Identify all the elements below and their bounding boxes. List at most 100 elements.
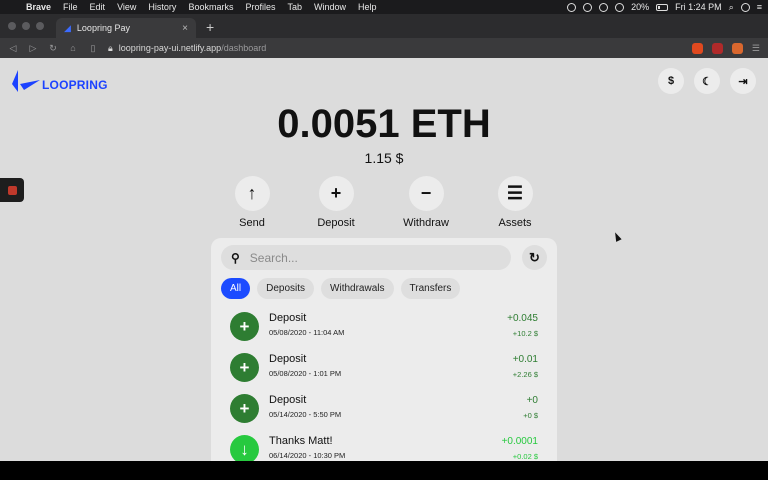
stop-icon — [7, 185, 17, 195]
logo-wordmark: LOOPRING — [42, 78, 108, 92]
menu-tab[interactable]: Tab — [287, 2, 302, 12]
menu-app-name[interactable]: Brave — [26, 2, 51, 12]
menu-edit[interactable]: Edit — [90, 2, 106, 12]
send-label: Send — [239, 217, 265, 229]
transaction-amount: +0.01 — [512, 354, 538, 365]
shield-icon[interactable] — [583, 2, 593, 12]
status-area: 20% Fri 1:24 PM ⌕ ≡ — [567, 2, 762, 13]
menu-bookmarks[interactable]: Bookmarks — [188, 2, 233, 12]
transaction-list: + Deposit 05/08/2020 - 11:04 AM +0.045 +… — [221, 308, 551, 461]
moon-icon: ☾ — [702, 75, 712, 88]
transaction-fiat: +0.02 $ — [512, 452, 538, 461]
menu-profiles[interactable]: Profiles — [245, 2, 275, 12]
url-path: /dashboard — [221, 43, 267, 53]
plus-icon: + — [230, 394, 259, 423]
transaction-amount: +0.0001 — [501, 436, 538, 447]
reload-icon[interactable]: ↻ — [48, 43, 58, 54]
new-tab-button[interactable]: + — [206, 19, 214, 35]
transaction-row[interactable]: + Deposit 05/14/2020 - 5:50 PM +0 +0 $ — [221, 390, 551, 431]
plus-icon[interactable]: + — [318, 176, 354, 211]
search-input[interactable] — [249, 250, 470, 265]
currency-button[interactable]: $ — [658, 68, 684, 94]
transaction-name: Deposit — [269, 312, 307, 324]
close-window-button[interactable] — [8, 22, 16, 30]
list-icon[interactable]: ☰ — [497, 176, 533, 211]
metamask-icon[interactable] — [731, 42, 743, 54]
clock[interactable]: Fri 1:24 PM — [675, 2, 722, 12]
menu-file[interactable]: File — [63, 2, 78, 12]
url-host: loopring-pay-ui.netlify.app — [118, 43, 222, 53]
transaction-date: 05/14/2020 - 5:50 PM — [269, 410, 342, 419]
transaction-amount: +0 — [526, 395, 538, 406]
filter-chips: All Deposits Withdrawals Transfers — [221, 278, 461, 299]
search-bar[interactable]: ⚲ — [221, 245, 511, 270]
loopring-logo-icon — [12, 70, 40, 92]
window-controls — [0, 22, 52, 38]
plus-icon: + — [230, 353, 259, 382]
bookmark-icon[interactable]: ▯ — [88, 43, 98, 54]
wifi-icon[interactable] — [615, 2, 625, 12]
fiat-balance: 1.15 $ — [364, 150, 404, 166]
assets-label: Assets — [498, 217, 532, 229]
logout-icon: ⇥ — [738, 75, 748, 88]
minimize-window-button[interactable] — [22, 22, 30, 30]
browser-tab-strip: ◢ Loopring Pay × + — [0, 14, 768, 38]
user-avatar-icon[interactable] — [740, 2, 750, 12]
maximize-window-button[interactable] — [36, 22, 44, 30]
address-bar[interactable]: 🔒︎ loopring-pay-ui.netlify.app/dashboard — [108, 43, 266, 54]
battery-icon[interactable] — [656, 3, 669, 11]
transaction-row[interactable]: + Deposit 05/08/2020 - 1:01 PM +0.01 +2.… — [221, 349, 551, 390]
deposit-action[interactable]: + Deposit — [306, 176, 366, 229]
close-tab-icon[interactable]: × — [182, 23, 188, 34]
tab-title: Loopring Pay — [76, 23, 130, 33]
withdraw-label: Withdraw — [403, 217, 449, 229]
refresh-icon: ↻ — [529, 249, 540, 265]
arrow-down-icon: ↓ — [230, 435, 259, 461]
transaction-date: 05/08/2020 - 1:01 PM — [269, 369, 342, 378]
refresh-button[interactable]: ↻ — [522, 245, 547, 270]
browser-toolbar: ◁ ▷ ↻ ⌂ ▯ 🔒︎ loopring-pay-ui.netlify.app… — [0, 38, 768, 58]
menu-window[interactable]: Window — [314, 2, 346, 12]
control-center-icon[interactable]: ≡ — [757, 2, 762, 12]
menu-history[interactable]: History — [148, 2, 176, 12]
arrow-up-icon[interactable]: ↑ — [234, 176, 270, 211]
forward-icon[interactable]: ▷ — [28, 43, 38, 54]
spotlight-icon[interactable]: ⌕ — [729, 2, 734, 13]
loopring-logo[interactable]: LOOPRING — [12, 70, 108, 94]
filter-withdrawals[interactable]: Withdrawals — [321, 278, 394, 299]
mouse-cursor-icon — [612, 231, 622, 242]
battery-percent: 20% — [631, 2, 650, 12]
transaction-name: Deposit — [269, 394, 307, 406]
lock-icon: 🔒︎ — [108, 42, 113, 53]
transaction-row[interactable]: + Deposit 05/08/2020 - 11:04 AM +0.045 +… — [221, 308, 551, 349]
back-icon[interactable]: ◁ — [8, 43, 18, 54]
loopring-favicon-icon: ◢ — [64, 22, 71, 33]
minus-icon[interactable]: − — [408, 176, 444, 211]
home-icon[interactable]: ⌂ — [68, 43, 78, 53]
logout-button[interactable]: ⇥ — [730, 68, 756, 94]
send-action[interactable]: ↑ Send — [222, 176, 282, 229]
extensions-area: ☰ — [691, 42, 760, 54]
menu-view[interactable]: View — [117, 2, 136, 12]
filter-transfers[interactable]: Transfers — [400, 278, 461, 299]
status-icon[interactable] — [599, 2, 609, 12]
theme-toggle-button[interactable]: ☾ — [694, 68, 720, 94]
withdraw-action[interactable]: − Withdraw — [396, 176, 456, 229]
status-icon[interactable] — [567, 2, 577, 12]
browser-tab[interactable]: ◢ Loopring Pay × — [56, 18, 196, 38]
assets-action[interactable]: ☰ Assets — [485, 176, 545, 229]
filter-deposits[interactable]: Deposits — [257, 278, 315, 299]
brave-shields-icon[interactable] — [691, 42, 703, 54]
transaction-name: Thanks Matt! — [269, 435, 333, 447]
brave-rewards-icon[interactable] — [711, 42, 723, 54]
side-extension-tab[interactable] — [0, 178, 24, 202]
macos-menubar: Brave File Edit View History Bookmarks P… — [0, 0, 768, 14]
menu-help[interactable]: Help — [358, 2, 377, 12]
menu-icon[interactable]: ☰ — [752, 43, 760, 54]
eth-balance: 0.0051 ETH — [277, 102, 491, 146]
transaction-row[interactable]: ↓ Thanks Matt! 06/14/2020 - 10:30 PM +0.… — [221, 431, 551, 461]
transaction-fiat: +10.2 $ — [512, 329, 538, 338]
header-actions: $ ☾ ⇥ — [658, 68, 756, 94]
filter-all[interactable]: All — [221, 278, 251, 299]
transactions-panel: ⚲ ↻ All Deposits Withdrawals Transfers +… — [211, 238, 557, 461]
